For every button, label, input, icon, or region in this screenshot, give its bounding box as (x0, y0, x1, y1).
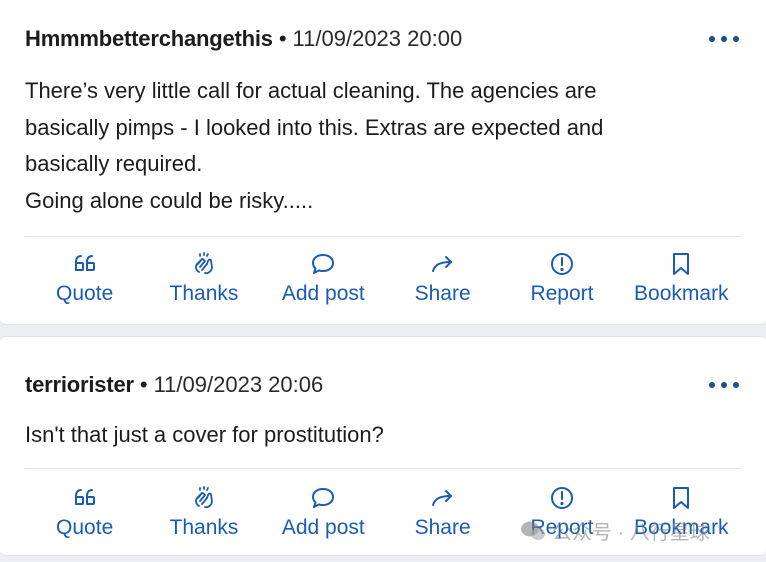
timestamp[interactable]: 11/09/2023 20:00 (293, 26, 463, 52)
clapping-hands-icon (195, 486, 213, 509)
thanks-button[interactable]: Thanks (144, 250, 263, 320)
quote-label: Quote (56, 282, 114, 305)
post-body: Isn't that just a cover for prostitution… (25, 417, 741, 454)
post-text-line: basically required. (25, 151, 203, 176)
exclamation-circle-icon (550, 487, 573, 509)
post-header: terriorister • 11/09/2023 20:06 (25, 372, 741, 398)
bookmark-icon (673, 253, 690, 275)
share-label: Share (414, 282, 471, 305)
share-arrow-icon (431, 256, 452, 272)
post-body: There’s very little call for actual clea… (25, 73, 741, 219)
share-button[interactable]: Share (383, 484, 502, 554)
add-post-button[interactable]: Add post (264, 250, 383, 320)
separator-dot: • (278, 26, 287, 51)
post-text-line: Going alone could be risky..... (25, 187, 314, 213)
watermark-text: 公众号 · 八行星球 (552, 522, 710, 544)
more-dot-icon (721, 36, 727, 42)
speech-bubble-icon (312, 254, 335, 274)
add-post-button[interactable]: Add post (264, 484, 383, 554)
post-card: Hmmmbetterchangethis • 11/09/2023 20:00 … (0, 0, 766, 325)
wechat-logo-icon (521, 521, 545, 540)
more-options-button[interactable] (707, 27, 741, 51)
share-button[interactable]: Share (383, 250, 502, 320)
thanks-label: Thanks (169, 516, 239, 539)
report-button[interactable]: Report (502, 250, 621, 320)
quote-icon (74, 255, 95, 271)
watermark: 公众号 · 八行星球 (520, 516, 710, 545)
more-dot-icon (709, 382, 715, 388)
post-text-line: There’s very little call for actual clea… (25, 78, 597, 103)
clapping-hands-icon (195, 252, 213, 275)
quote-button[interactable]: Quote (25, 250, 144, 320)
exclamation-circle-icon (550, 253, 573, 275)
quote-button[interactable]: Quote (25, 484, 144, 554)
post-actions: Quote Thanks Add post Share Report Bookm… (25, 250, 741, 320)
divider (25, 468, 741, 469)
more-dot-icon (733, 382, 739, 388)
quote-icon (74, 489, 95, 505)
username[interactable]: terriorister (25, 372, 134, 398)
timestamp[interactable]: 11/09/2023 20:06 (154, 372, 324, 398)
bookmark-button[interactable]: Bookmark (622, 250, 741, 320)
bookmark-icon (673, 487, 690, 509)
add-post-label: Add post (281, 282, 365, 305)
divider (25, 236, 741, 237)
report-label: Report (530, 282, 594, 305)
post-text-line: Isn't that just a cover for prostitution… (25, 422, 384, 447)
more-dot-icon (733, 36, 739, 42)
bookmark-label: Bookmark (634, 282, 729, 305)
username[interactable]: Hmmmbetterchangethis (25, 26, 273, 52)
quote-label: Quote (56, 516, 114, 539)
thanks-label: Thanks (169, 282, 239, 305)
post-header: Hmmmbetterchangethis • 11/09/2023 20:00 (25, 26, 741, 52)
speech-bubble-icon (312, 488, 335, 508)
post-text-line: basically pimps - I looked into this. Ex… (25, 114, 604, 140)
more-options-button[interactable] (707, 373, 741, 397)
share-label: Share (414, 516, 471, 539)
thanks-button[interactable]: Thanks (144, 484, 263, 554)
more-dot-icon (709, 36, 715, 42)
more-dot-icon (721, 382, 727, 388)
separator-dot: • (139, 372, 148, 397)
share-arrow-icon (431, 490, 452, 506)
add-post-label: Add post (281, 516, 365, 539)
